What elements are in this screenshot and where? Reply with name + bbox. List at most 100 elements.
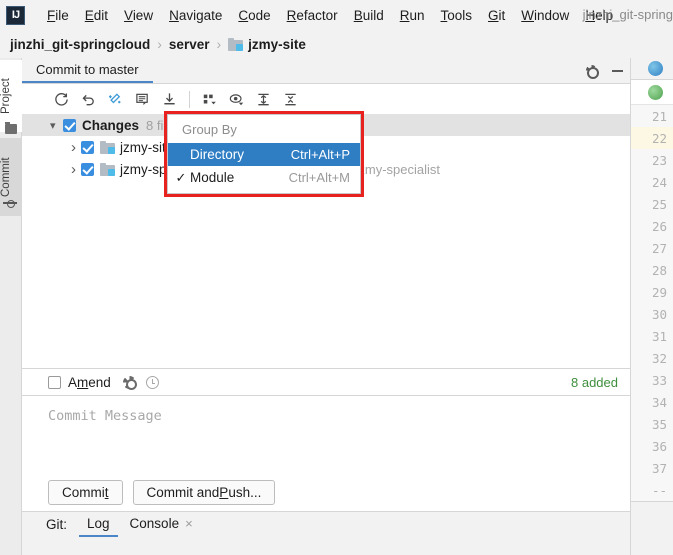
line-number: 32 xyxy=(651,350,667,366)
rollback-button[interactable] xyxy=(75,86,102,112)
line-number: 25 xyxy=(651,196,667,212)
line-number: 30 xyxy=(651,306,667,322)
git-tool-bar: Git: Log Console × xyxy=(22,511,630,537)
line-number: 36 xyxy=(651,438,667,454)
line-number: 26 xyxy=(651,218,667,234)
show-diff-button[interactable] xyxy=(129,86,156,112)
update-project-button[interactable] xyxy=(156,86,183,112)
row-checkbox[interactable] xyxy=(81,162,94,176)
commit-message-placeholder: Commit Message xyxy=(48,408,162,424)
menu-item-module-shortcut: Ctrl+Alt+M xyxy=(288,170,350,185)
gutter-top-bar-2 xyxy=(631,79,673,106)
menu-edit[interactable]: Edit xyxy=(77,5,116,26)
breadcrumb-separator-2: › xyxy=(216,36,222,52)
sidebar-item-project[interactable]: Project xyxy=(0,60,22,132)
breadcrumb-folder[interactable]: server xyxy=(169,37,210,52)
editor-gutter: 21 22 23 24 25 26 27 28 29 30 31 32 33 3… xyxy=(630,58,673,555)
line-number: 31 xyxy=(651,328,667,344)
status-bar xyxy=(22,537,630,555)
menu-build[interactable]: Build xyxy=(346,5,392,26)
git-label: Git: xyxy=(46,517,68,532)
folder-icon xyxy=(5,122,17,134)
line-number: 34 xyxy=(651,394,667,410)
blue-circle-icon[interactable] xyxy=(647,60,663,76)
tab-log[interactable]: Log xyxy=(79,513,118,537)
green-circle-icon[interactable] xyxy=(647,84,663,100)
line-number: 28 xyxy=(651,262,667,278)
menu-item-module-label: Module xyxy=(190,170,235,185)
tab-console-label: Console xyxy=(129,515,180,531)
commit-and-push-button[interactable]: Commit and Push... xyxy=(132,479,276,505)
amend-checkbox[interactable] xyxy=(48,375,61,389)
collapse-all-button[interactable] xyxy=(277,86,304,112)
menu-bar: IJ File Edit View Navigate Code Refactor… xyxy=(0,0,673,30)
group-by-popup: Group By Directory Ctrl+Alt+P ✓ Module C… xyxy=(167,114,361,194)
left-tool-strip: Project Commit xyxy=(0,58,22,555)
menu-window[interactable]: Window xyxy=(513,5,577,26)
cleanup-icon xyxy=(108,92,121,103)
menu-item-module[interactable]: ✓ Module Ctrl+Alt+M xyxy=(168,166,360,189)
commit-message-field[interactable]: Commit Message xyxy=(22,395,630,473)
module-icon xyxy=(100,162,115,176)
group-by-button[interactable] xyxy=(196,86,223,112)
preview-diff-button[interactable] xyxy=(223,86,250,112)
close-icon[interactable]: × xyxy=(185,516,193,531)
menu-refactor[interactable]: Refactor xyxy=(279,5,346,26)
show-diff-icon xyxy=(136,93,148,105)
group-by-popup-highlight: Group By Directory Ctrl+Alt+P ✓ Module C… xyxy=(164,111,364,197)
menu-view[interactable]: View xyxy=(116,5,161,26)
chevron-right-icon[interactable] xyxy=(68,139,81,156)
menu-run[interactable]: Run xyxy=(392,5,433,26)
line-number: 23 xyxy=(651,152,667,168)
refresh-icon xyxy=(55,92,68,106)
project-name-label: jinzhi_git-spring xyxy=(582,7,673,22)
tab-commit-to-master[interactable]: Commit to master xyxy=(22,58,153,83)
breadcrumb-separator-1: › xyxy=(157,36,162,52)
changes-label: Changes xyxy=(82,117,140,133)
gear-icon[interactable] xyxy=(122,375,137,390)
refresh-button[interactable] xyxy=(48,86,75,112)
breadcrumb-module[interactable]: jzmy-site xyxy=(248,37,306,52)
module-icon xyxy=(100,140,115,154)
breadcrumb-project[interactable]: jinzhi_git-springcloud xyxy=(10,37,150,52)
status-badge: 8 added xyxy=(571,374,618,390)
line-number: 21 xyxy=(651,108,667,124)
commit-actions-bar: Commi t Commit and Push... xyxy=(22,473,630,511)
breadcrumb: jinzhi_git-springcloud › server › jzmy-s… xyxy=(0,30,673,58)
line-number: 24 xyxy=(651,174,667,190)
tab-bar-spacer xyxy=(153,58,578,83)
menu-item-directory-label: Directory xyxy=(190,147,245,162)
chevron-right-icon[interactable] xyxy=(68,161,81,178)
commit-toolbar xyxy=(22,84,630,114)
amend-label[interactable]: Amend xyxy=(68,375,111,390)
menu-navigate[interactable]: Navigate xyxy=(161,5,230,26)
popup-title: Group By xyxy=(182,122,237,137)
line-number: 27 xyxy=(651,240,667,256)
history-icon[interactable] xyxy=(145,375,159,389)
changes-checkbox[interactable] xyxy=(63,118,76,132)
chevron-down-icon[interactable] xyxy=(50,119,63,132)
cleanup-button[interactable] xyxy=(102,86,129,112)
line-number: 33 xyxy=(651,372,667,388)
menu-item-directory[interactable]: Directory Ctrl+Alt+P xyxy=(168,143,360,166)
gear-icon xyxy=(585,64,599,79)
menu-code[interactable]: Code xyxy=(230,5,278,26)
toolbar-separator xyxy=(189,90,190,108)
commit-button[interactable]: Commi t xyxy=(48,479,123,505)
row-checkbox[interactable] xyxy=(81,140,94,154)
menu-git[interactable]: Git xyxy=(480,5,513,26)
commit-icon xyxy=(3,198,17,208)
menu-file[interactable]: File xyxy=(39,5,77,26)
rollback-icon xyxy=(82,94,94,105)
menu-tools[interactable]: Tools xyxy=(433,5,481,26)
amend-bar: Amend 8 added xyxy=(22,368,630,395)
update-project-icon xyxy=(164,92,175,104)
minimize-button[interactable] xyxy=(604,58,630,83)
app-logo: IJ xyxy=(6,5,25,25)
expand-all-button[interactable] xyxy=(250,86,277,112)
preview-diff-icon xyxy=(229,93,243,105)
check-icon: ✓ xyxy=(175,169,187,185)
tab-console[interactable]: Console × xyxy=(122,513,201,537)
module-icon xyxy=(228,37,244,51)
settings-button[interactable] xyxy=(578,58,604,83)
